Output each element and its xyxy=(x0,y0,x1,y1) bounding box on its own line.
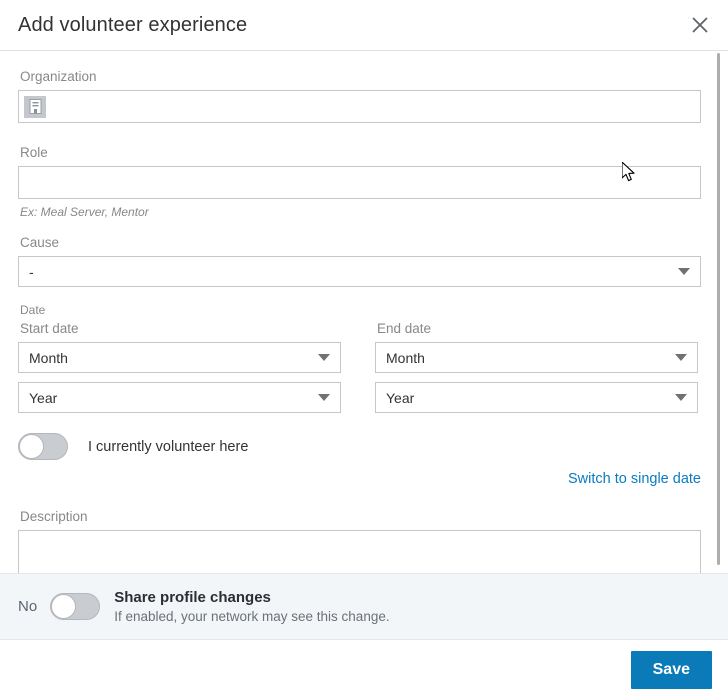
organization-label: Organization xyxy=(20,69,97,84)
chevron-down-icon xyxy=(318,354,330,361)
description-label: Description xyxy=(20,509,88,524)
share-subtitle: If enabled, your network may see this ch… xyxy=(114,608,390,624)
organization-input-wrap xyxy=(18,90,701,123)
share-profile-changes-bar: No Share profile changes If enabled, you… xyxy=(0,573,728,640)
share-text-block: Share profile changes If enabled, your n… xyxy=(114,588,389,626)
modal-footer: Save xyxy=(0,640,728,699)
date-columns: Start date Month Year End date Month Yea… xyxy=(18,321,702,413)
toggle-knob xyxy=(51,594,77,619)
scrollbar-thumb[interactable] xyxy=(717,53,720,565)
switch-to-single-date-link[interactable]: Switch to single date xyxy=(568,471,701,487)
cause-select-value: - xyxy=(29,263,34,280)
role-hint: Ex: Meal Server, Mentor xyxy=(20,205,149,219)
chevron-down-icon xyxy=(675,394,687,401)
date-section-label: Date xyxy=(20,303,46,317)
cause-select[interactable]: - xyxy=(18,256,701,287)
share-title: Share profile changes xyxy=(114,588,271,606)
role-input[interactable] xyxy=(18,166,701,199)
end-date-label: End date xyxy=(377,321,432,336)
chevron-down-icon xyxy=(675,354,687,361)
start-date-column: Start date Month Year xyxy=(18,321,341,413)
start-year-select[interactable]: Year xyxy=(18,382,341,413)
chevron-down-icon xyxy=(678,268,690,275)
role-input-wrap xyxy=(18,166,701,199)
currently-volunteer-row: I currently volunteer here xyxy=(18,433,702,460)
end-month-select[interactable]: Month xyxy=(375,342,698,373)
cause-select-wrap: - xyxy=(18,256,702,287)
end-year-select[interactable]: Year xyxy=(375,382,698,413)
currently-volunteer-toggle[interactable] xyxy=(18,433,68,460)
share-profile-changes-toggle[interactable] xyxy=(50,593,101,620)
save-button[interactable]: Save xyxy=(630,650,712,689)
add-volunteer-experience-modal: Add volunteer experience Organization Ro… xyxy=(0,0,728,699)
chevron-down-icon xyxy=(318,394,330,401)
modal-header: Add volunteer experience xyxy=(0,0,728,51)
organization-input[interactable] xyxy=(18,90,701,123)
currently-volunteer-label: I currently volunteer here xyxy=(88,438,249,455)
close-icon[interactable] xyxy=(684,9,716,41)
start-year-value: Year xyxy=(29,389,58,406)
toggle-knob xyxy=(19,434,44,459)
role-label: Role xyxy=(20,145,48,160)
share-state-label: No xyxy=(18,598,38,615)
page-title: Add volunteer experience xyxy=(18,13,248,36)
cause-label: Cause xyxy=(20,235,60,250)
start-month-select[interactable]: Month xyxy=(18,342,341,373)
start-month-value: Month xyxy=(29,349,68,366)
start-date-label: Start date xyxy=(20,321,79,336)
end-year-value: Year xyxy=(386,389,415,406)
switch-date-row: Switch to single date xyxy=(18,471,702,487)
end-date-column: End date Month Year xyxy=(375,321,698,413)
end-month-value: Month xyxy=(386,349,425,366)
